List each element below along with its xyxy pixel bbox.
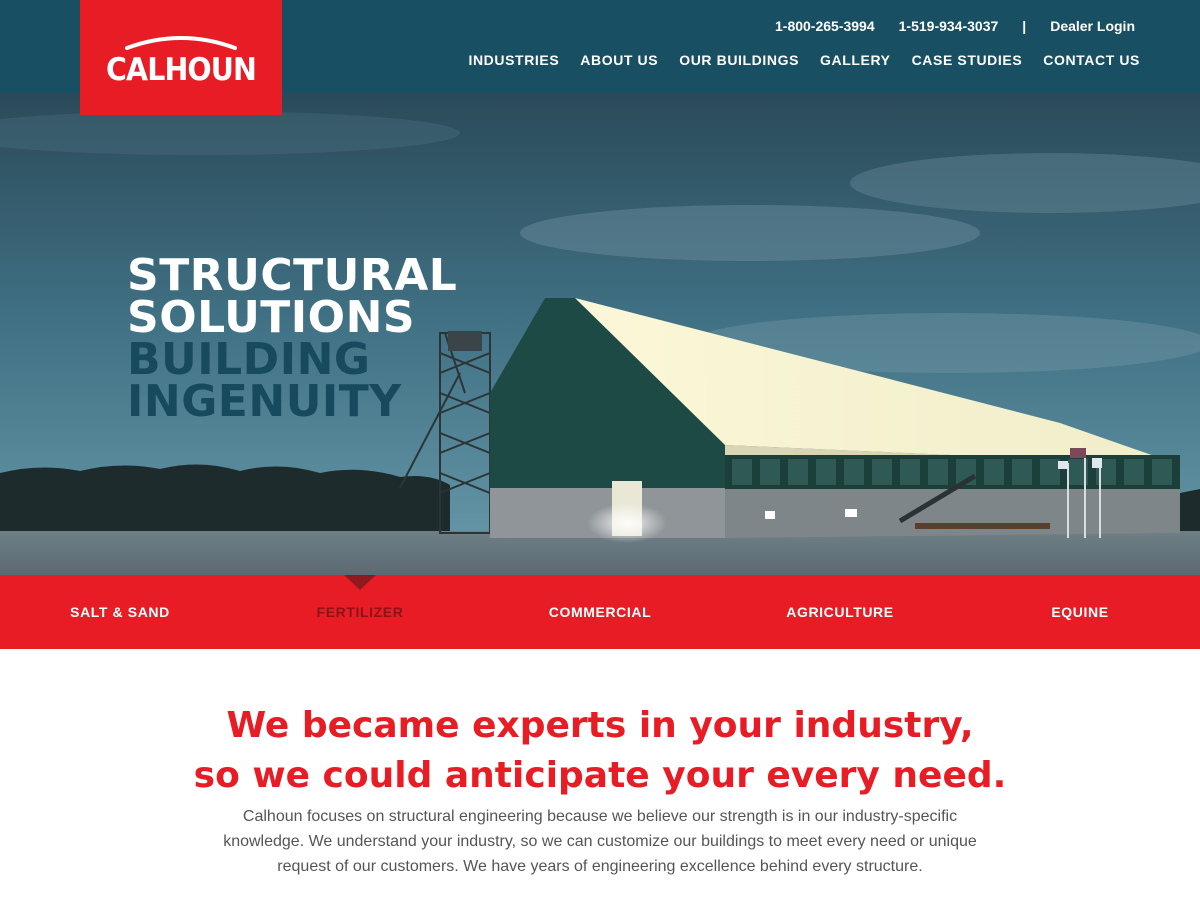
intro-headline: We became experts in your industry, so w… bbox=[0, 701, 1200, 801]
main-nav: INDUSTRIES ABOUT US OUR BUILDINGS GALLER… bbox=[468, 52, 1140, 70]
nav-our-buildings[interactable]: OUR BUILDINGS bbox=[679, 52, 799, 70]
nav-industries[interactable]: INDUSTRIES bbox=[468, 52, 559, 70]
hero-line-3: BUILDING bbox=[127, 334, 371, 385]
intro-body: Calhoun focuses on structural engineerin… bbox=[223, 808, 977, 875]
calhoun-logo[interactable]: CALHOUN bbox=[80, 0, 282, 115]
logo-arc-icon bbox=[125, 36, 237, 50]
nav-case-studies[interactable]: CASE STUDIES bbox=[912, 52, 1023, 70]
industry-tab-salt-sand[interactable]: SALT & SAND bbox=[0, 575, 240, 649]
intro-section: We became experts in your industry, so w… bbox=[0, 649, 1200, 900]
utility-separator: | bbox=[1022, 18, 1027, 34]
phone-link-local[interactable]: 1-519-934-3037 bbox=[899, 18, 999, 34]
industry-tabs: SALT & SAND FERTILIZER COMMERCIAL AGRICU… bbox=[0, 575, 1200, 649]
industry-tab-equine[interactable]: EQUINE bbox=[960, 575, 1200, 649]
nav-about-us[interactable]: ABOUT US bbox=[580, 52, 658, 70]
industry-tab-label: FERTILIZER bbox=[316, 604, 404, 620]
nav-gallery[interactable]: GALLERY bbox=[820, 52, 891, 70]
nav-contact-us[interactable]: CONTACT US bbox=[1043, 52, 1140, 70]
industry-tab-commercial[interactable]: COMMERCIAL bbox=[480, 575, 720, 649]
industry-tab-label: SALT & SAND bbox=[70, 604, 170, 620]
industry-tab-label: EQUINE bbox=[1051, 604, 1109, 620]
industry-tab-label: AGRICULTURE bbox=[786, 604, 894, 620]
hero-line-4: INGENUITY bbox=[127, 376, 402, 427]
industry-tab-agriculture[interactable]: AGRICULTURE bbox=[720, 575, 960, 649]
intro-headline-line-1: We became experts in your industry, bbox=[226, 705, 974, 746]
hero-banner: STRUCTURAL SOLUTIONS BUILDING INGENUITY bbox=[0, 93, 1200, 575]
active-tab-pointer-icon bbox=[344, 575, 376, 590]
utility-bar: 1-800-265-3994 1-519-934-3037 | Dealer L… bbox=[775, 16, 1135, 36]
hero-line-1: STRUCTURAL bbox=[127, 250, 458, 301]
hero-headline: STRUCTURAL SOLUTIONS BUILDING INGENUITY bbox=[127, 250, 458, 427]
logo-wordmark: CALHOUN bbox=[106, 52, 257, 88]
dealer-login-link[interactable]: Dealer Login bbox=[1050, 18, 1135, 34]
industry-tab-label: COMMERCIAL bbox=[548, 604, 652, 620]
hero-line-2: SOLUTIONS bbox=[127, 292, 416, 343]
intro-headline-line-2: so we could anticipate your every need. bbox=[193, 755, 1007, 796]
phone-link-tollfree[interactable]: 1-800-265-3994 bbox=[775, 18, 875, 34]
industry-tab-fertilizer[interactable]: FERTILIZER bbox=[240, 575, 480, 649]
